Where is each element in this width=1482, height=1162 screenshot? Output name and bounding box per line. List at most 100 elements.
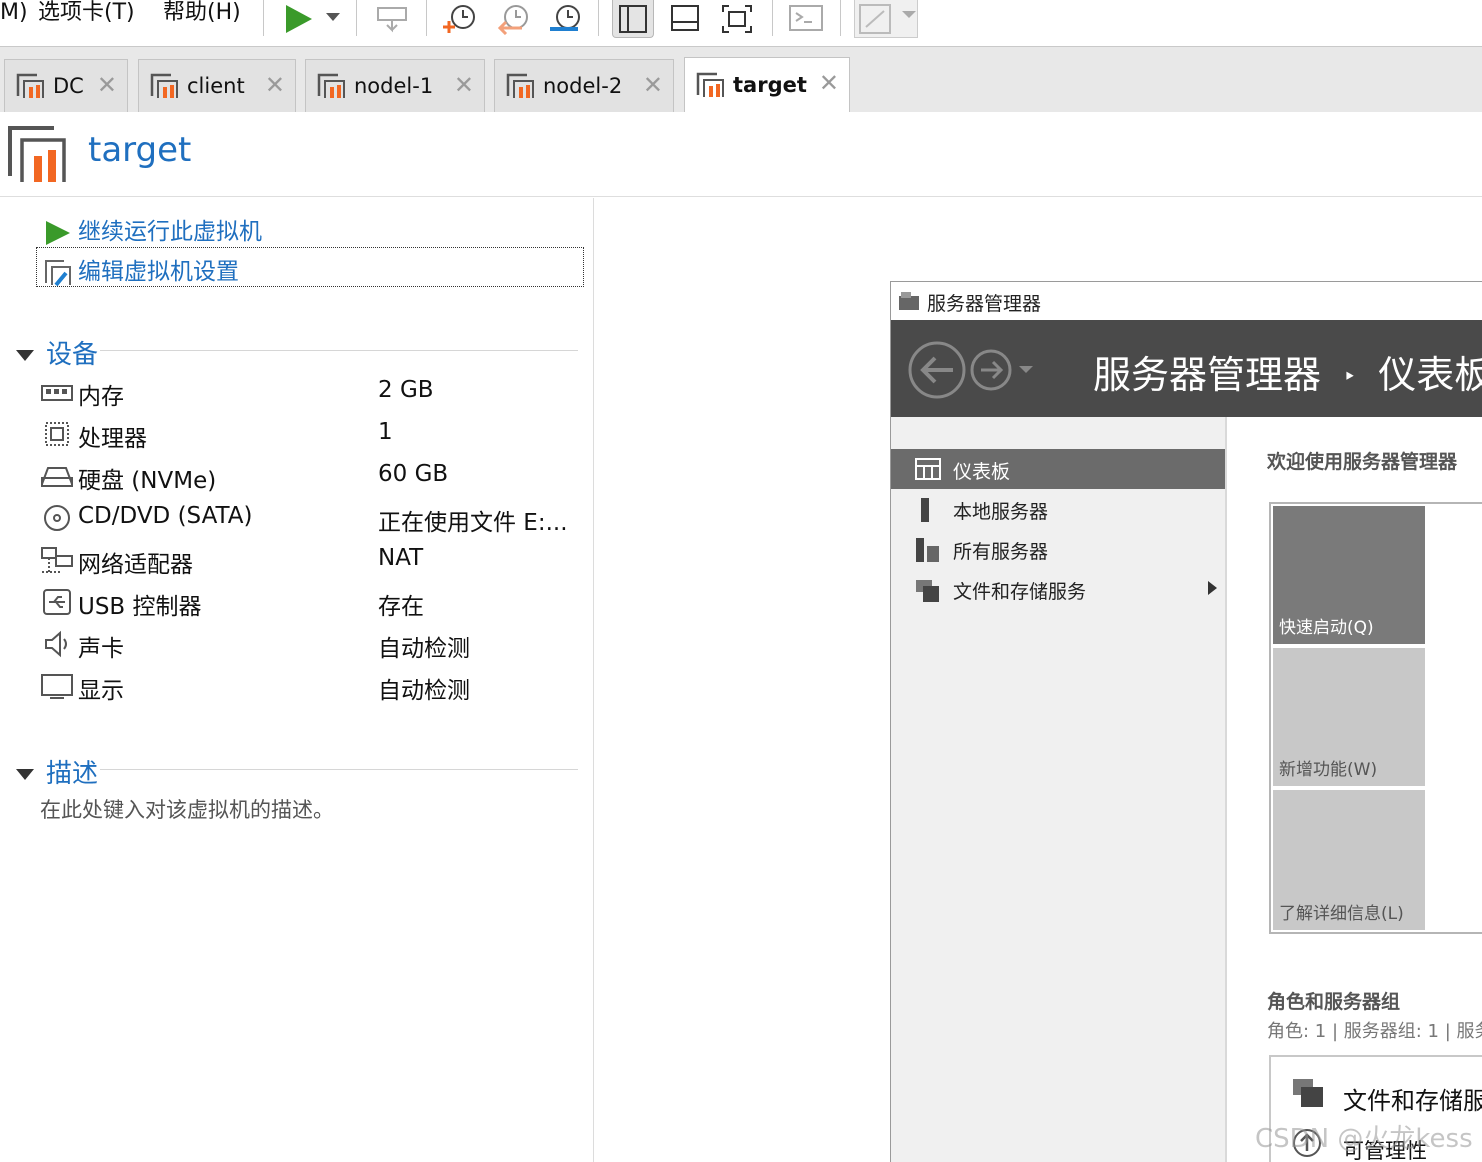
file-storage-icon (1293, 1079, 1323, 1107)
menu-toolbar: M) 选项卡(T) 帮助(H) (0, 0, 1482, 47)
nav-file-storage[interactable]: 文件和存储服务 (891, 569, 1225, 609)
toolbar-divider (840, 0, 841, 36)
snapshot-take-button[interactable] (440, 0, 480, 38)
server-manager-icon (899, 292, 919, 310)
tab-target[interactable]: target ✕ (684, 57, 850, 112)
usb-icon (43, 589, 71, 615)
cdrom-icon (44, 505, 70, 531)
tab-label: nodel-2 (543, 74, 623, 98)
thumbnail-view-icon (671, 5, 699, 31)
snapshot-manager-icon (550, 5, 580, 31)
breadcrumb-root: 服务器管理器 (1093, 353, 1322, 397)
stretch-icon (859, 3, 916, 34)
send-ctrl-alt-del-button[interactable] (370, 0, 414, 38)
edit-settings-link[interactable]: 编辑虚拟机设置 (44, 252, 239, 287)
menu-tabs[interactable]: 选项卡(T) (38, 0, 135, 26)
nav-label: 仪表板 (953, 461, 1011, 483)
view-thumbnail-button[interactable] (664, 0, 706, 38)
quick-start-tile[interactable]: 快速启动(Q) (1273, 506, 1425, 644)
edit-settings-label: 编辑虚拟机设置 (78, 259, 239, 285)
device-value: 存在 (378, 594, 424, 620)
device-row-memory[interactable]: 内存 2 GB (40, 372, 580, 414)
cpu-icon (45, 422, 69, 446)
vm-icon (16, 73, 44, 98)
snapshot-manager-button[interactable] (545, 0, 585, 38)
tab-client[interactable]: client ✕ (138, 59, 296, 112)
device-row-cdrom[interactable]: CD/DVD (SATA) 正在使用文件 E:... (40, 498, 580, 540)
device-name: 处理器 (78, 426, 147, 452)
whats-new-tile[interactable]: 新增功能(W) (1273, 648, 1425, 786)
menu-help[interactable]: 帮助(H) (163, 0, 241, 26)
description-placeholder[interactable]: 在此处键入对该虚拟机的描述。 (40, 794, 334, 824)
description-section-header[interactable]: 描述 (16, 753, 98, 790)
close-icon[interactable]: ✕ (643, 73, 663, 97)
nav-back-forward-icon[interactable] (907, 338, 1047, 402)
device-value: 1 (378, 419, 393, 445)
nav-label: 文件和存储服务 (953, 581, 1087, 603)
device-row-network[interactable]: 网络适配器 NAT (40, 540, 580, 582)
tab-label: nodel-1 (354, 74, 434, 98)
speaker-icon (45, 630, 67, 658)
terminal-icon (789, 5, 823, 31)
power-on-button[interactable] (280, 0, 344, 38)
toolbar-divider (356, 0, 357, 36)
tab-nodel-1[interactable]: nodel-1 ✕ (305, 59, 485, 112)
play-icon (46, 220, 70, 245)
settings-wrench-icon (45, 259, 71, 286)
device-name: 声卡 (78, 636, 124, 662)
device-row-display[interactable]: 显示 自动检测 (40, 666, 580, 708)
menu-item-partial[interactable]: M) (0, 0, 28, 26)
snapshot-revert-button[interactable] (493, 0, 533, 38)
expand-arrow-icon[interactable] (1208, 581, 1217, 595)
vm-tab-bar: DC ✕ client ✕ nodel-1 ✕ nodel-2 ✕ target… (0, 47, 1482, 112)
full-screen-button[interactable] (716, 0, 758, 38)
resume-vm-link[interactable]: 继续运行此虚拟机 (44, 212, 262, 246)
nav-label: 本地服务器 (953, 501, 1049, 523)
play-icon (286, 5, 340, 33)
dashboard-icon (915, 458, 941, 480)
keyboard-send-icon (377, 7, 407, 33)
server-manager-breadcrumb: 服务器管理器 ‣ 仪表板 (1093, 344, 1482, 399)
description-section-title: 描述 (46, 759, 99, 789)
revert-snapshot-icon (497, 5, 528, 35)
close-icon[interactable]: ✕ (265, 73, 285, 97)
nav-all-servers[interactable]: 所有服务器 (891, 529, 1225, 569)
close-icon[interactable]: ✕ (819, 71, 839, 95)
memory-icon (41, 385, 73, 401)
close-icon[interactable]: ✕ (97, 73, 117, 97)
collapse-triangle-icon (16, 350, 34, 361)
server-manager-titlebar: 服务器管理器 (891, 282, 1482, 320)
vm-details-panel: 继续运行此虚拟机 编辑虚拟机设置 设备 内存 2 GB 处理器 1 硬盘 (NV… (0, 198, 594, 1162)
device-value: 正在使用文件 E:... (378, 510, 568, 536)
terminal-button[interactable] (786, 0, 826, 38)
device-row-cpu[interactable]: 处理器 1 (40, 414, 580, 456)
device-row-harddisk[interactable]: 硬盘 (NVMe) 60 GB (40, 456, 580, 498)
vm-icon (317, 73, 345, 98)
tile-label: 了解详细信息(L) (1279, 904, 1404, 924)
tab-dc[interactable]: DC ✕ (4, 59, 128, 112)
view-console-button[interactable] (612, 0, 654, 38)
vm-console-screen[interactable]: 服务器管理器 服务器管理器 ‣ 仪表板 仪表板 本地服务器 所有服务器 文件和存… (890, 281, 1482, 1162)
learn-more-tile[interactable]: 了解详细信息(L) (1273, 790, 1425, 930)
monitor-icon (41, 674, 73, 699)
nav-local-server[interactable]: 本地服务器 (891, 489, 1225, 529)
stretch-view-button[interactable] (854, 0, 918, 38)
device-row-usb[interactable]: USB 控制器 存在 (40, 582, 580, 624)
nav-dashboard[interactable]: 仪表板 (891, 449, 1225, 489)
devices-section-title: 设备 (46, 340, 99, 370)
roles-title: 角色和服务器组 (1267, 991, 1401, 1013)
tab-label: target (733, 73, 807, 97)
device-value: 自动检测 (378, 636, 470, 662)
device-value: 自动检测 (378, 678, 470, 704)
tab-nodel-2[interactable]: nodel-2 ✕ (494, 59, 674, 112)
toolbar-divider (598, 0, 599, 36)
devices-section-header[interactable]: 设备 (16, 334, 98, 371)
close-icon[interactable]: ✕ (454, 73, 474, 97)
tile-label: 快速启动(Q) (1279, 618, 1374, 638)
device-name: 网络适配器 (78, 552, 193, 578)
tile-label: 新增功能(W) (1279, 760, 1378, 780)
section-divider (100, 350, 578, 351)
collapse-triangle-icon (16, 769, 34, 780)
device-value: 2 GB (378, 377, 434, 403)
device-row-sound[interactable]: 声卡 自动检测 (40, 624, 580, 666)
